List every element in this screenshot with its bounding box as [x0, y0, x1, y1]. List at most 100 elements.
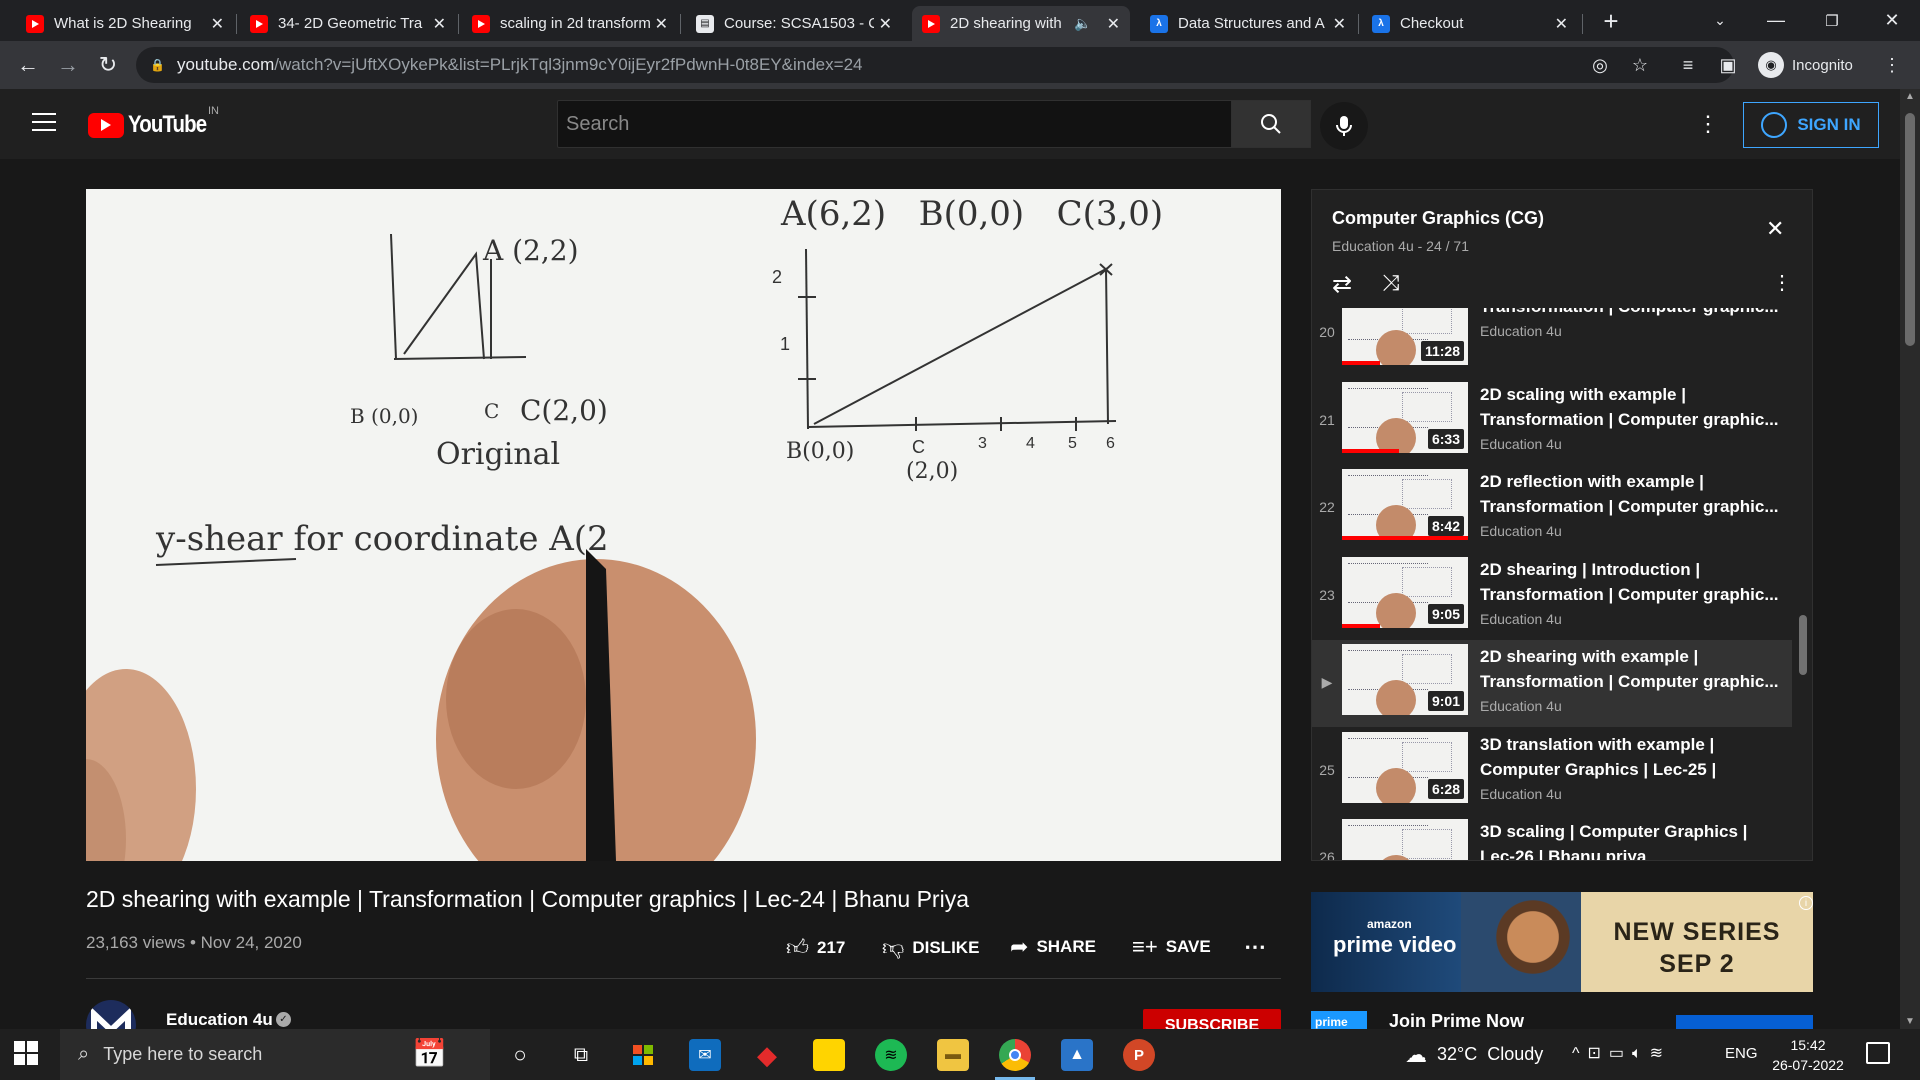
playlist-item-title[interactable]: Transformation | Computer graphic...: [1480, 308, 1780, 319]
playlist-item-thumbnail[interactable]: 11:28: [1342, 308, 1468, 365]
browser-tab[interactable]: What is 2D Shearing E ✕: [16, 6, 234, 41]
youtube-logo[interactable]: YouTube IN: [88, 105, 220, 139]
tab-search-icon[interactable]: ⌄: [1692, 0, 1748, 41]
chrome-icon[interactable]: [999, 1039, 1031, 1071]
tracking-blocked-icon[interactable]: ◎: [1588, 53, 1612, 77]
browser-menu-icon[interactable]: ⋮: [1880, 53, 1904, 77]
video-duration: 9:05: [1427, 603, 1464, 624]
voice-search-button[interactable]: [1320, 102, 1368, 150]
close-tab-icon[interactable]: ✕: [1107, 14, 1120, 34]
close-window-button[interactable]: ✕: [1864, 0, 1920, 41]
photos-icon[interactable]: ▲: [1061, 1039, 1093, 1071]
close-tab-icon[interactable]: ✕: [1555, 14, 1568, 34]
playlist-item-thumbnail[interactable]: 8:42: [1342, 469, 1468, 540]
spotify-icon[interactable]: ≋: [875, 1039, 907, 1071]
minimize-button[interactable]: —: [1748, 0, 1804, 41]
playlist-item[interactable]: 23 9:05 2D shearing | Introduction | Trans…: [1312, 553, 1792, 640]
more-actions-button[interactable]: ⋯: [1244, 934, 1266, 960]
side-panel-icon[interactable]: ▣: [1716, 53, 1740, 77]
anydesk-icon[interactable]: ◆: [751, 1039, 783, 1071]
shuffle-icon[interactable]: ⤨: [1382, 270, 1400, 296]
playlist-item-thumbnail[interactable]: 6:33: [1342, 381, 1468, 453]
close-tab-icon[interactable]: ✕: [433, 14, 446, 34]
playlist-menu-icon[interactable]: ⋮: [1772, 270, 1792, 295]
menu-icon[interactable]: [32, 113, 56, 131]
ad-banner[interactable]: amazon prime video NEW SERIES SEP 2 i: [1311, 892, 1813, 992]
reading-list-icon[interactable]: ≡: [1676, 53, 1700, 77]
scroll-up-icon[interactable]: ▲: [1900, 91, 1920, 102]
playlist-item-thumbnail[interactable]: 9:05: [1342, 556, 1468, 628]
browser-tab[interactable]: λ Checkout ✕: [1362, 6, 1578, 41]
sticky-notes-icon[interactable]: [813, 1039, 845, 1071]
close-tab-icon[interactable]: ✕: [879, 14, 892, 34]
close-tab-icon[interactable]: ✕: [1333, 14, 1346, 34]
playlist-item-title[interactable]: 3D translation with example | Computer G…: [1480, 732, 1780, 782]
settings-more-icon[interactable]: ⋮: [1696, 109, 1720, 139]
taskbar-search[interactable]: ⌕ Type here to search 📅: [60, 1029, 490, 1080]
search-highlight-icon[interactable]: 📅: [412, 1037, 447, 1070]
ad-promo-row[interactable]: prime Join Prime Now: [1311, 1011, 1813, 1031]
audio-playing-icon[interactable]: 🔈: [1074, 15, 1091, 32]
language-indicator[interactable]: ENG: [1725, 1045, 1758, 1062]
ad-info-icon[interactable]: i: [1799, 896, 1813, 910]
incognito-profile[interactable]: ◉ Incognito: [1758, 49, 1853, 81]
close-playlist-icon[interactable]: ✕: [1766, 216, 1784, 242]
back-button[interactable]: ←: [10, 47, 46, 83]
notification-icon[interactable]: [1866, 1042, 1890, 1064]
playlist-item-thumbnail[interactable]: 6:37: [1342, 819, 1468, 860]
url-bar[interactable]: 🔒 youtube.com/watch?v=jUftXOykePk&list=P…: [136, 47, 1734, 83]
share-button[interactable]: ➦ SHARE: [1010, 934, 1096, 960]
playlist-item[interactable]: 22 8:42 2D reflection with example | Trans…: [1312, 465, 1792, 552]
sign-in-button[interactable]: SIGN IN: [1743, 102, 1879, 148]
dislike-button[interactable]: 👎︎ DISLIKE: [882, 934, 979, 961]
playlist-item[interactable]: ▶ 9:01 2D shearing with example | Transfor…: [1312, 640, 1792, 727]
playlist-item[interactable]: 26 6:37 3D scaling | Computer Graphics | L…: [1312, 815, 1792, 860]
new-tab-button[interactable]: +: [1596, 6, 1626, 36]
playlist-item[interactable]: 25 6:28 3D translation with example | Comp…: [1312, 728, 1792, 815]
view-count: 23,163 views: [86, 933, 186, 952]
forward-button[interactable]: →: [50, 47, 86, 83]
video-player[interactable]: A(6,2) B(0,0) C(3,0) A (2,2) B (0,0) C C…: [86, 189, 1281, 861]
lock-icon[interactable]: 🔒: [150, 58, 165, 72]
restore-button[interactable]: ❐: [1804, 0, 1860, 41]
playlist-item[interactable]: 20 11:28 Transformation | Computer graphic…: [1312, 308, 1792, 377]
playlist-item-thumbnail[interactable]: 9:01: [1342, 644, 1468, 715]
reload-button[interactable]: ↻: [90, 47, 126, 83]
task-view-icon[interactable]: ⧉: [565, 1039, 597, 1071]
cortana-icon[interactable]: ○: [504, 1039, 536, 1071]
playlist-item-title[interactable]: 2D shearing | Introduction | Transformat…: [1480, 557, 1780, 607]
playlist-item-thumbnail[interactable]: 6:28: [1342, 731, 1468, 803]
playlist-title[interactable]: Computer Graphics (CG): [1332, 208, 1544, 229]
mail-icon[interactable]: ✉: [689, 1039, 721, 1071]
playlist-item-title[interactable]: 2D reflection with example | Transformat…: [1480, 469, 1780, 519]
loop-icon[interactable]: ⇄: [1332, 270, 1352, 299]
browser-tab[interactable]: 34- 2D Geometric Tra ✕: [240, 6, 456, 41]
search-input[interactable]: Search: [557, 100, 1232, 148]
microsoft-store-icon[interactable]: [627, 1039, 659, 1071]
channel-name[interactable]: Education 4u: [166, 1010, 273, 1030]
page-scrollbar[interactable]: ▲ ▼: [1900, 89, 1920, 1029]
playlist-item-title[interactable]: 3D scaling | Computer Graphics | Lec-26 …: [1480, 819, 1780, 860]
bookmark-star-icon[interactable]: ☆: [1628, 53, 1652, 77]
powerpoint-icon[interactable]: P: [1123, 1039, 1155, 1071]
file-explorer-icon[interactable]: ▬: [937, 1039, 969, 1071]
scroll-down-icon[interactable]: ▼: [1900, 1016, 1920, 1027]
browser-tab[interactable]: scaling in 2d transform ✕: [462, 6, 678, 41]
browser-tab-active[interactable]: 2D shearing with 🔈 ✕: [912, 6, 1130, 41]
save-button[interactable]: ≡+ SAVE: [1132, 934, 1211, 960]
clock[interactable]: 15:42 26-07-2022: [1768, 1035, 1848, 1075]
close-tab-icon[interactable]: ✕: [655, 14, 668, 34]
browser-tab[interactable]: λ Data Structures and A ✕: [1140, 6, 1356, 41]
weather-widget[interactable]: ☁ 32°C Cloudy: [1405, 1029, 1543, 1080]
playlist-item[interactable]: 21 6:33 2D scaling with example | Transfor…: [1312, 378, 1792, 465]
close-tab-icon[interactable]: ✕: [211, 14, 224, 34]
like-button[interactable]: 👍︎ 217: [786, 934, 845, 961]
system-tray-icons[interactable]: ^⊡▭🔈︎≋: [1572, 1043, 1671, 1063]
windows-start-icon[interactable]: [14, 1041, 38, 1065]
playlist-item-title[interactable]: 2D scaling with example | Transformation…: [1480, 382, 1780, 432]
playlist-scrollbar[interactable]: [1799, 615, 1807, 675]
search-button[interactable]: [1231, 100, 1311, 148]
browser-tab[interactable]: ▤ Course: SCSA1503 - C ✕: [686, 6, 902, 41]
scrollbar-thumb[interactable]: [1905, 113, 1915, 346]
playlist-item-title[interactable]: 2D shearing with example | Transformatio…: [1480, 644, 1780, 694]
